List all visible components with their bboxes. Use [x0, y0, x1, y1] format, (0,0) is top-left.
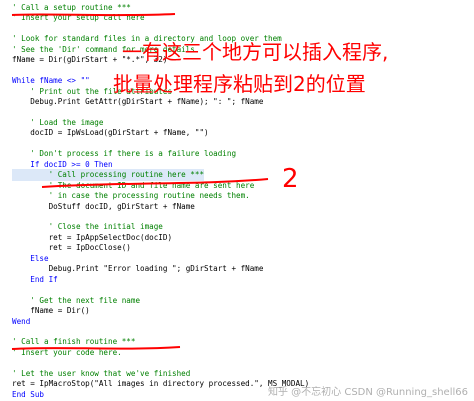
underline-processing — [41, 178, 269, 188]
underline-finish — [11, 346, 181, 350]
annotation-marker-2: 2 — [282, 164, 299, 194]
underline-setup — [11, 13, 176, 17]
annotation-line-1: 一有这三个地方可以插入程序, — [122, 40, 389, 64]
watermark: 知乎 @不忘初心 CSDN @Running_shell66 — [267, 387, 468, 398]
annotation-line-2: 批量处理程序粘贴到2的位置 — [113, 72, 366, 96]
